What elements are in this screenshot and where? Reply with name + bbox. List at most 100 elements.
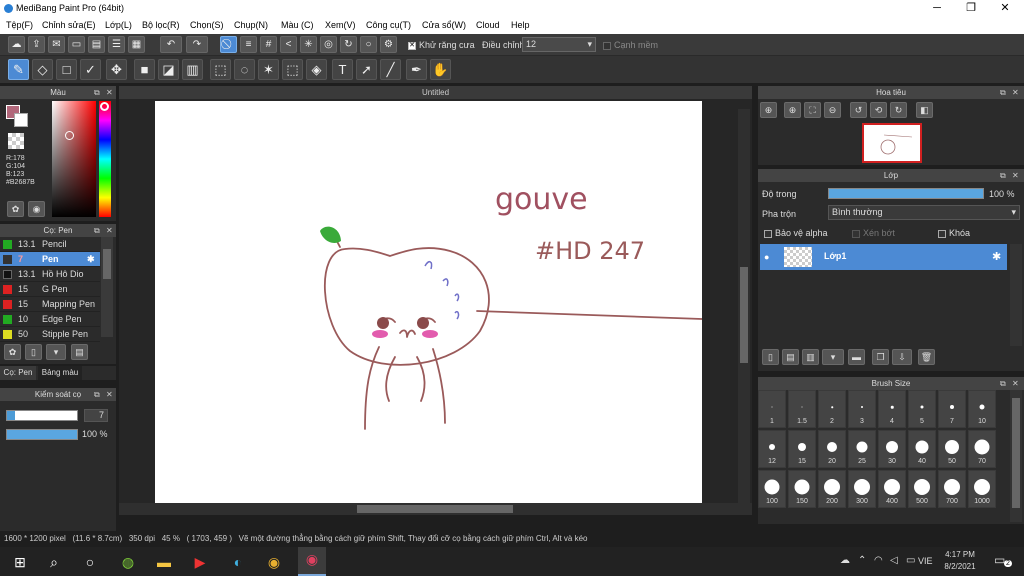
transparent-color[interactable] [8,133,24,149]
new-layer-icon[interactable]: ▯ [762,349,779,365]
brush-size-option[interactable]: 1.5 [788,390,816,428]
brush-size-option[interactable]: 1000 [968,470,996,508]
brush-scrollbar[interactable] [101,237,113,337]
edge-icon[interactable]: ◐ [224,550,252,574]
smooth-edge-toggle[interactable]: Cạnh mềm [603,40,658,50]
brush-item[interactable]: 13.1 Pencil [0,237,100,252]
brush-size-option[interactable]: 150 [788,470,816,508]
list-icon[interactable]: ☰ [108,36,125,53]
saturation-picker[interactable] [52,101,96,217]
menu-cloud[interactable]: Cloud [476,20,500,30]
brush-size-option[interactable]: 50 [938,430,966,468]
tab-brush[interactable]: Cọ: Pen [0,366,36,380]
brush-size-option[interactable]: 12 [758,430,786,468]
brush-size-option[interactable]: 5 [908,390,936,428]
clipping-toggle[interactable]: Xén bớt [852,228,895,238]
brush-size-option[interactable]: 10 [968,390,996,428]
new-8bit-layer-icon[interactable]: ▥ [802,349,819,365]
add-brush-icon[interactable]: ✿ [4,344,21,360]
task-view-icon[interactable]: ○ [76,550,104,574]
antialias-toggle[interactable]: ✕ Khử răng cưa [408,40,475,50]
brush-size-option[interactable]: 100 [758,470,786,508]
document-icon[interactable]: ▤ [88,36,105,53]
menu-capture[interactable]: Chụp(N) [234,20,268,30]
vertical-scrollbar[interactable] [738,109,750,503]
merge-layer-icon[interactable]: ⇩ [892,349,912,365]
protect-alpha-toggle[interactable]: Bảo vệ alpha [764,228,828,238]
menu-color[interactable]: Màu (C) [281,20,314,30]
brush-size-option[interactable]: 700 [938,470,966,508]
vanishing-snap-icon[interactable]: < [280,36,297,53]
brush-size-option[interactable]: 70 [968,430,996,468]
snap-settings-icon[interactable]: ⚙ [380,36,397,53]
adjust-select[interactable]: 12 ▾ [522,37,596,52]
canvas-area[interactable]: gouve #HD 247 [119,99,752,515]
menu-layer[interactable]: Lớp(L) [105,20,132,30]
close-button[interactable]: ✕ [988,0,1022,17]
brush-size-option[interactable]: 1 [758,390,786,428]
layer-scrollbar[interactable] [1010,244,1022,346]
clock-time[interactable]: 4:17 PM [942,550,978,559]
magic-wand-icon[interactable]: ✶ [258,59,279,80]
brush-size-slider[interactable] [6,410,78,421]
fit-icon[interactable]: ⛶ [804,102,821,118]
select-pen-icon[interactable]: ⬚ [282,59,303,80]
delete-layer-icon[interactable]: 🗑 [918,349,935,365]
brush-size-option[interactable]: 500 [908,470,936,508]
brush-size-option[interactable]: 40 [908,430,936,468]
menu-view[interactable]: Xem(V) [325,20,356,30]
menu-tools[interactable]: Công cụ(T) [366,20,411,30]
brush-copy-icon[interactable]: ▤ [71,344,88,360]
select-eraser-icon[interactable]: ◈ [306,59,327,80]
brush-size-option[interactable]: 300 [848,470,876,508]
layer-opacity-slider[interactable] [828,188,984,199]
layer-settings-icon[interactable]: ✱ [992,250,1001,263]
canvas-tab[interactable]: Untitled [119,86,752,99]
brush-menu-icon[interactable]: ▾ [46,344,66,360]
lasso-tool-icon[interactable]: ◌ [234,59,255,80]
menu-window[interactable]: Cửa sổ(W) [422,20,466,30]
zoom-out-icon[interactable]: ⊖ [824,102,841,118]
text-tool-icon[interactable]: T [332,59,353,80]
curve-snap-icon[interactable]: ↻ [340,36,357,53]
minimize-button[interactable]: ─ [920,0,954,17]
brush-item-selected[interactable]: 7 Pen ✱ [0,252,100,267]
brush-item[interactable]: 10 Edge Pen [0,312,100,327]
battery-icon[interactable]: ▭ [906,555,915,566]
hue-slider[interactable] [99,101,111,217]
brush-opacity-slider[interactable] [6,429,78,440]
start-icon[interactable]: ⊞ [6,550,34,574]
brush-size-option[interactable]: 4 [878,390,906,428]
brush-item[interactable]: 15 Mapping Pen [0,297,100,312]
comment-icon[interactable]: ▭ [68,36,85,53]
file-explorer-icon[interactable]: ▬ [150,550,178,574]
drawing-canvas[interactable]: gouve #HD 247 [155,101,702,513]
brush-size-option[interactable]: 20 [818,430,846,468]
layer-row[interactable]: ● Lớp1 ✱ [760,244,1007,270]
brush-size-option[interactable]: 15 [788,430,816,468]
shape-tool-icon[interactable]: □ [56,59,77,80]
ellipse-snap-icon[interactable]: ○ [360,36,377,53]
fill-shape-tool-icon[interactable]: ■ [134,59,155,80]
eraser-tool-icon[interactable]: ◇ [32,59,53,80]
zoom-fit-icon[interactable]: ⊕ [784,102,801,118]
medibang-taskbar-icon[interactable]: ◉ [298,547,326,576]
clock-date[interactable]: 8/2/2021 [940,562,980,571]
zoom-in-icon[interactable]: ⊕ [760,102,777,118]
hand-tool-icon[interactable]: ✋ [430,59,451,80]
search-icon[interactable]: ⌕ [40,550,68,574]
divide-tool-icon[interactable]: ╱ [380,59,401,80]
chevron-up-icon[interactable]: ⌃ [858,555,866,566]
rotate-left-icon[interactable]: ↺ [850,102,867,118]
vtv-icon[interactable]: ▶ [186,550,214,574]
reset-rotation-icon[interactable]: ⟲ [870,102,887,118]
chrome-icon[interactable]: ◉ [260,550,288,574]
eyedropper-icon[interactable]: ✒ [406,59,427,80]
tab-palette[interactable]: Bảng màu [38,366,82,380]
folder-icon[interactable]: ▬ [848,349,865,365]
circle-snap-icon[interactable]: ◎ [320,36,337,53]
menu-filter[interactable]: Bộ lọc(R) [142,20,180,30]
navigator-thumbnail[interactable] [862,123,922,163]
brush-size-option[interactable]: 25 [848,430,876,468]
brush-size-option[interactable]: 2 [818,390,846,428]
